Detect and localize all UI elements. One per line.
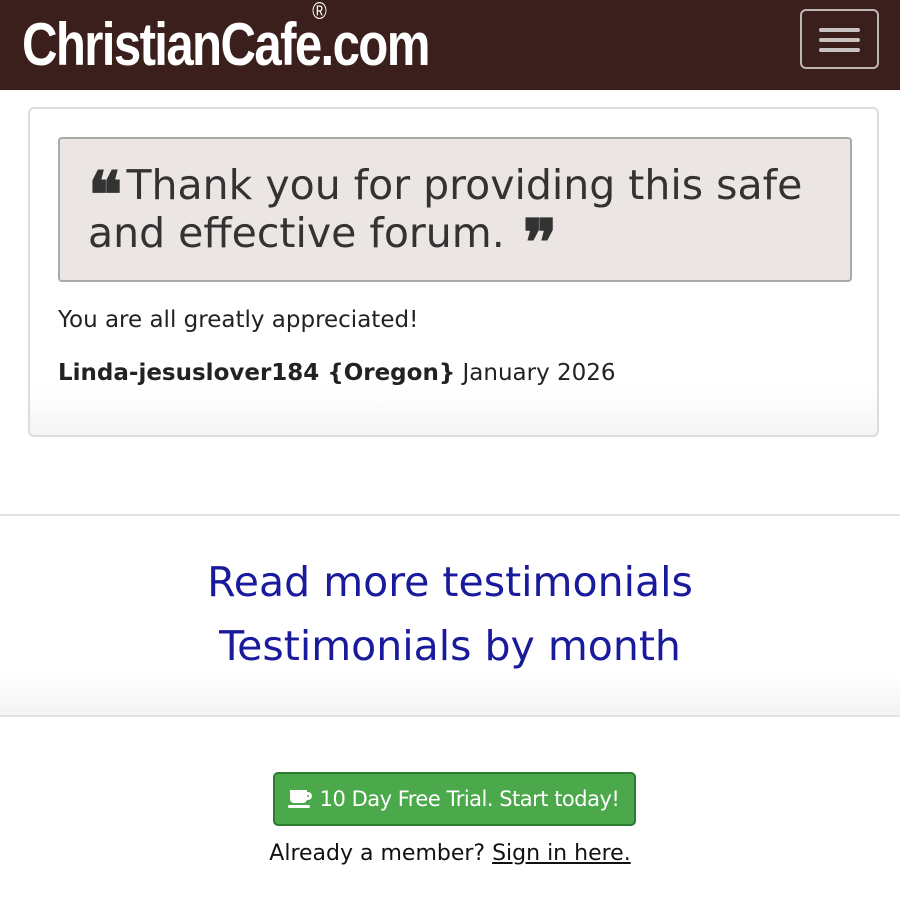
quote-text: Thank you for providing this safe and ef…: [88, 161, 803, 257]
sign-in-prompt: Already a member? Sign in here.: [0, 838, 900, 870]
testimonial-message: You are all greatly appreciated!: [58, 307, 419, 333]
coffee-cup-icon: [287, 790, 314, 808]
testimonial-quote: ❝ Thank you for providing this safe and e…: [58, 137, 852, 282]
brand-logo[interactable]: ChristianCafe.com ®: [22, 0, 430, 82]
close-quote-icon: ❞: [522, 206, 558, 281]
registered-mark: ®: [312, 0, 327, 25]
testimonials-by-month-link[interactable]: Testimonials by month: [0, 614, 900, 678]
menu-toggle-button[interactable]: [800, 9, 879, 69]
brand-name: ChristianCafe.com: [22, 11, 430, 78]
testimonial-date: January 2026: [462, 360, 616, 386]
navbar: ChristianCafe.com ®: [0, 0, 900, 90]
free-trial-button[interactable]: 10 Day Free Trial. Start today!: [273, 772, 636, 826]
member-prompt: Already a member?: [269, 841, 486, 866]
section-divider: [0, 715, 900, 717]
free-trial-label: 10 Day Free Trial. Start today!: [319, 787, 620, 811]
testimonial-author: Linda-jesuslover184 {Oregon}: [58, 360, 456, 386]
hamburger-menu-icon: [819, 28, 860, 32]
sign-in-link[interactable]: Sign in here.: [492, 841, 631, 866]
testimonial-links: Read more testimonials Testimonials by m…: [0, 550, 900, 678]
read-more-testimonials-link[interactable]: Read more testimonials: [0, 550, 900, 614]
testimonial-card: ❝ Thank you for providing this safe and e…: [28, 107, 879, 437]
testimonial-attribution: Linda-jesuslover184 {Oregon} January 202…: [58, 358, 616, 388]
open-quote-icon: ❝: [88, 158, 123, 233]
